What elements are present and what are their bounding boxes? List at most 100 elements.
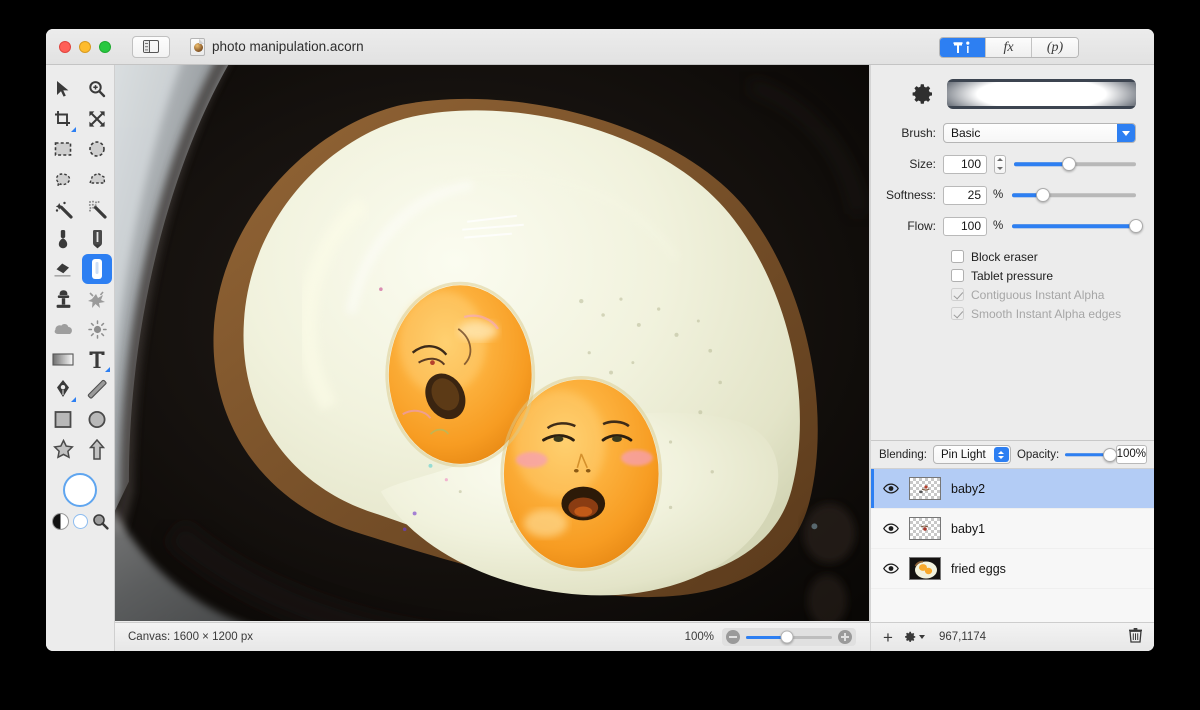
brush-tool[interactable] — [82, 254, 112, 284]
size-slider-knob[interactable] — [1061, 157, 1076, 171]
background-color-swatch[interactable] — [72, 514, 88, 529]
opacity-slider-knob[interactable] — [1102, 447, 1117, 462]
layer-thumbnail[interactable] — [909, 517, 941, 540]
tablet-pressure-checkbox[interactable] — [951, 269, 964, 282]
rectangle-shape-tool[interactable] — [48, 404, 78, 434]
block-eraser-row[interactable]: Block eraser — [871, 248, 1154, 265]
contiguous-instant-alpha-row: Contiguous Instant Alpha — [871, 286, 1154, 303]
zoom-percent-label: 100% — [684, 631, 714, 643]
polygon-lasso-icon — [88, 172, 105, 184]
line-tool[interactable] — [82, 374, 112, 404]
pencil-tool[interactable] — [82, 224, 112, 254]
flow-slider[interactable] — [1012, 218, 1143, 234]
eye-visibility-icon[interactable] — [883, 483, 899, 494]
opacity-slider[interactable] — [1065, 447, 1117, 462]
dodge-burn-tool[interactable] — [82, 314, 112, 344]
clone-stamp-tool[interactable] — [48, 284, 78, 314]
layer-name[interactable]: baby2 — [951, 482, 985, 496]
gradient-tool[interactable] — [48, 344, 78, 374]
canvas-area[interactable] — [115, 65, 870, 622]
minimize-button[interactable] — [79, 40, 91, 53]
zoom-slider-knob[interactable] — [780, 630, 794, 644]
window-body: Canvas: 1600 × 1200 px 100% Brush: Basic… — [46, 65, 1154, 651]
transform-tool[interactable] — [82, 104, 112, 134]
tab-filters[interactable]: fx — [986, 38, 1032, 57]
gear-icon[interactable] — [911, 82, 935, 106]
brush-select-value: Basic — [951, 126, 981, 140]
layer-list[interactable]: baby2 baby1 fried eggs — [871, 469, 1154, 622]
chevron-updown-icon[interactable] — [993, 447, 1009, 462]
layer-row[interactable]: baby2 — [871, 469, 1154, 509]
brush-select[interactable]: Basic — [943, 123, 1136, 143]
add-layer-button[interactable]: + — [883, 629, 893, 646]
tool-palette[interactable] — [46, 65, 115, 651]
magic-wand-tool[interactable] — [48, 194, 78, 224]
bezier-pen-tool[interactable] — [48, 374, 78, 404]
zoom-out-icon[interactable] — [726, 630, 740, 644]
smudge-tool[interactable] — [82, 284, 112, 314]
canvas-image[interactable] — [115, 65, 869, 621]
delete-layer-button[interactable] — [1129, 628, 1142, 646]
text-tool[interactable] — [82, 344, 112, 374]
flow-slider-knob[interactable] — [1129, 219, 1143, 233]
ellipse-shape-tool[interactable] — [82, 404, 112, 434]
opacity-value-input[interactable]: 100% — [1115, 445, 1147, 464]
brush-preview[interactable] — [947, 79, 1136, 109]
tablet-pressure-row[interactable]: Tablet pressure — [871, 267, 1154, 284]
zoom-tool[interactable] — [82, 74, 112, 104]
size-slider[interactable] — [1014, 156, 1136, 172]
sidebar-toggle-button[interactable] — [132, 35, 170, 58]
eye-visibility-icon[interactable] — [883, 523, 899, 534]
flow-input[interactable]: 100 — [943, 216, 987, 236]
size-stepper[interactable] — [994, 154, 1006, 174]
move-tool[interactable] — [48, 74, 78, 104]
stepper-up-icon[interactable] — [997, 158, 1003, 162]
circle-shape-icon — [88, 410, 106, 428]
zoom-in-icon[interactable] — [838, 630, 852, 644]
polygon-select-tool[interactable] — [82, 164, 112, 194]
eraser-tool[interactable] — [48, 254, 78, 284]
blending-mode-select[interactable]: Pin Light — [932, 445, 1011, 464]
softness-slider-knob[interactable] — [1036, 188, 1050, 202]
softness-slider[interactable] — [1012, 187, 1136, 203]
chevron-down-icon[interactable] — [1117, 124, 1135, 142]
layer-row[interactable]: baby1 — [871, 509, 1154, 549]
layer-name[interactable]: fried eggs — [951, 562, 1006, 576]
arrow-shape-tool[interactable] — [82, 434, 112, 464]
stepper-down-icon[interactable] — [997, 166, 1003, 170]
desktop-background: photo manipulation.acorn fx (p) Canvas: … — [0, 0, 1200, 710]
canvas-column: Canvas: 1600 × 1200 px 100% — [115, 65, 870, 651]
block-eraser-checkbox[interactable] — [951, 250, 964, 263]
rect-select-tool[interactable] — [48, 134, 78, 164]
foreground-color-swatch[interactable] — [63, 473, 97, 507]
ellipse-select-tool[interactable] — [82, 134, 112, 164]
tablet-pressure-label: Tablet pressure — [971, 268, 1054, 283]
eye-visibility-icon[interactable] — [883, 563, 899, 574]
instant-alpha-tool[interactable] — [82, 194, 112, 224]
close-button[interactable] — [59, 40, 71, 53]
star-shape-tool[interactable] — [48, 434, 78, 464]
black-white-swatch[interactable] — [51, 513, 69, 530]
layer-name[interactable]: baby1 — [951, 522, 985, 536]
blending-label: Blending: — [879, 448, 927, 461]
zoom-slider-track[interactable] — [746, 630, 832, 644]
softness-input[interactable]: 25 — [943, 185, 987, 205]
tab-tools[interactable] — [940, 38, 986, 57]
color-picker-magnifier-icon[interactable] — [92, 513, 109, 530]
layer-row[interactable]: fried eggs — [871, 549, 1154, 589]
size-slider-fill — [1014, 162, 1069, 166]
lasso-tool[interactable] — [48, 164, 78, 194]
crop-tool[interactable] — [48, 104, 78, 134]
zoom-slider-control[interactable] — [722, 628, 856, 646]
paint-bucket-tool[interactable] — [48, 224, 78, 254]
inspector-tab-group[interactable]: fx (p) — [939, 37, 1079, 58]
layer-thumbnail[interactable] — [909, 477, 941, 500]
size-input[interactable]: 100 — [943, 154, 987, 174]
star-shape-icon — [52, 439, 74, 459]
text-t-icon — [89, 351, 105, 368]
layer-settings-button[interactable] — [903, 630, 925, 644]
zoom-button[interactable] — [99, 40, 111, 53]
tab-palette[interactable]: (p) — [1032, 38, 1078, 57]
blur-tool[interactable] — [48, 314, 78, 344]
layer-thumbnail[interactable] — [909, 557, 941, 580]
